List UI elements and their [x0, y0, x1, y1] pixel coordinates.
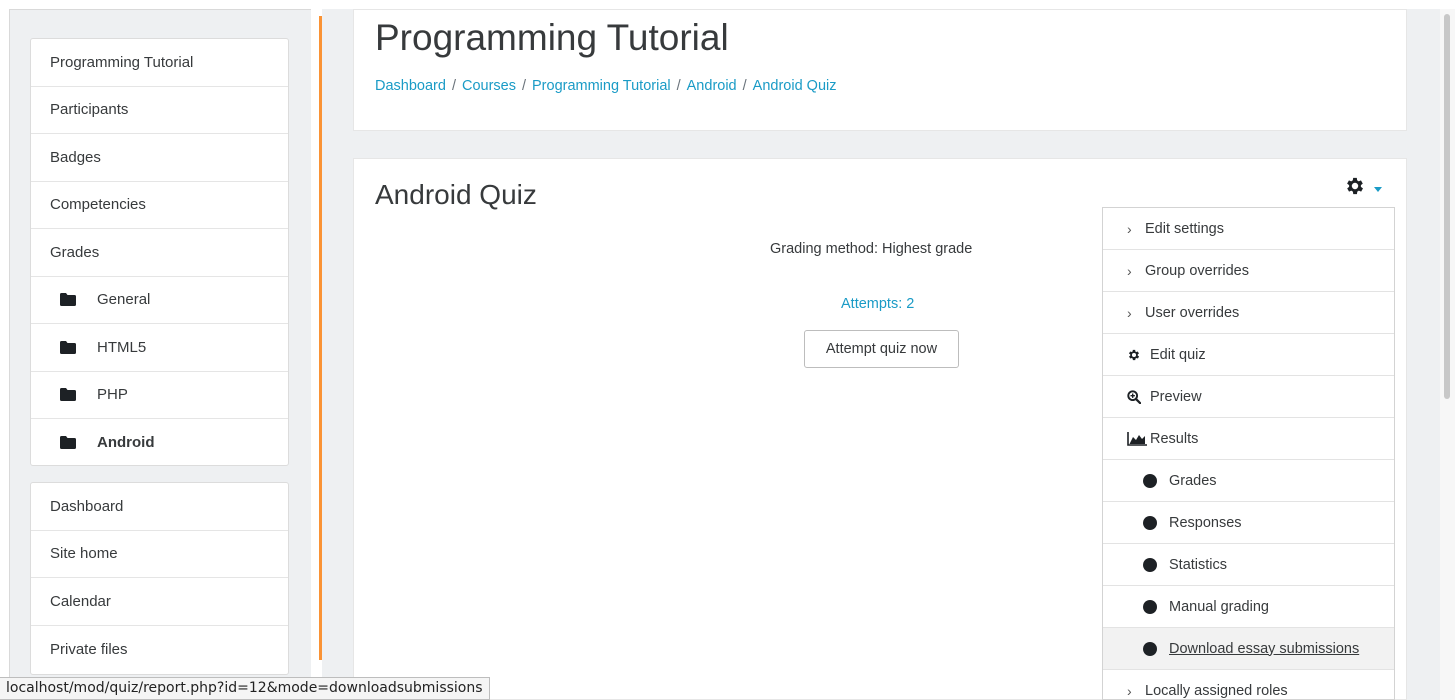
browser-viewport: Programming Tutorial Participants Badges…	[0, 0, 1455, 700]
breadcrumb: Dashboard / Courses / Programming Tutorial / A…	[375, 78, 836, 94]
breadcrumb-quiz[interactable]: Android Quiz	[753, 78, 837, 94]
zoom-in-icon	[1127, 389, 1150, 404]
nav-item-competencies[interactable]: Competencies	[31, 182, 288, 229]
nav-item-label: Site home	[50, 545, 118, 563]
folder-icon	[60, 293, 76, 307]
gear-icon	[1344, 175, 1366, 202]
nav-item-label: Programming Tutorial	[50, 53, 194, 71]
breadcrumb-separator: /	[676, 78, 681, 94]
nav-item-label: Calendar	[50, 592, 111, 610]
menu-item-grades[interactable]: Grades	[1103, 460, 1394, 502]
chevron-down-icon	[1374, 186, 1382, 192]
page-scrollbar-thumb[interactable]	[1444, 14, 1450, 399]
nav-item-label: Competencies	[50, 196, 146, 214]
nav-item-badges[interactable]: Badges	[31, 134, 288, 182]
chevron-right-icon: ›	[1127, 220, 1132, 237]
menu-item-preview[interactable]: Preview	[1103, 376, 1394, 418]
nav-item-label: HTML5	[97, 338, 147, 356]
menu-item-label: Manual grading	[1169, 598, 1269, 615]
nav-item-label: PHP	[97, 386, 128, 404]
menu-item-responses[interactable]: Responses	[1103, 502, 1394, 544]
nav-item-private-files[interactable]: Private files	[31, 626, 288, 674]
breadcrumb-section[interactable]: Android	[687, 78, 737, 94]
menu-item-label: Responses	[1169, 514, 1242, 531]
menu-item-results[interactable]: Results	[1103, 418, 1394, 460]
menu-item-label: Download essay submissions	[1169, 640, 1360, 657]
nav-item-participants[interactable]: Participants	[31, 87, 288, 134]
page-title: Programming Tutorial	[375, 17, 729, 58]
folder-icon	[60, 340, 76, 354]
folder-icon	[60, 436, 76, 450]
nav-item-label: Android	[97, 434, 155, 452]
nav-item-label: Participants	[50, 101, 129, 119]
chevron-right-icon: ›	[1127, 304, 1132, 321]
breadcrumb-separator: /	[742, 78, 747, 94]
nav-item-section-html5[interactable]: HTML5	[31, 324, 288, 372]
menu-item-user-overrides[interactable]: › User overrides	[1103, 292, 1394, 334]
menu-item-label: Locally assigned roles	[1145, 682, 1288, 699]
action-menu-toggle[interactable]	[1344, 173, 1394, 203]
nav-item-section-php[interactable]: PHP	[31, 372, 288, 419]
breadcrumb-course[interactable]: Programming Tutorial	[532, 78, 671, 94]
nav-item-grades[interactable]: Grades	[31, 229, 288, 277]
menu-item-label: Results	[1150, 430, 1199, 447]
nav-item-label: Dashboard	[50, 497, 124, 515]
site-nav-block: Dashboard Site home Calendar Private fil…	[30, 482, 289, 675]
nav-item-label: General	[97, 291, 151, 309]
menu-item-group-overrides[interactable]: › Group overrides	[1103, 250, 1394, 292]
breadcrumb-courses[interactable]: Courses	[462, 78, 516, 94]
nav-item-label: Grades	[50, 243, 100, 261]
top-edge	[0, 0, 1455, 8]
attempt-quiz-button[interactable]: Attempt quiz now	[804, 330, 959, 368]
quiz-title: Android Quiz	[375, 179, 537, 210]
menu-item-label: Preview	[1150, 388, 1202, 405]
breadcrumb-separator: /	[451, 78, 456, 94]
link-status-bar: localhost/mod/quiz/report.php?id=12&mode…	[0, 677, 490, 700]
attempts-link[interactable]: Attempts: 2	[841, 296, 914, 312]
page-header: Programming Tutorial Dashboard / Courses / P…	[353, 9, 1407, 131]
gear-icon	[1127, 348, 1150, 362]
quiz-action-menu: › Edit settings › Group overrides › User ov…	[1102, 207, 1395, 700]
menu-item-edit-quiz[interactable]: Edit quiz	[1103, 334, 1394, 376]
menu-item-download-essay-submissions[interactable]: Download essay submissions	[1103, 628, 1394, 670]
menu-item-label: Statistics	[1169, 556, 1228, 573]
dot-icon	[1143, 515, 1157, 530]
nav-item-label: Private files	[50, 640, 128, 658]
dot-icon	[1143, 599, 1157, 614]
dot-icon	[1143, 473, 1157, 488]
dot-icon	[1143, 557, 1157, 572]
chevron-right-icon: ›	[1127, 682, 1132, 699]
breadcrumb-separator: /	[521, 78, 526, 94]
area-chart-icon	[1127, 431, 1150, 446]
dot-icon	[1143, 641, 1157, 656]
nav-item-site-home[interactable]: Site home	[31, 531, 288, 578]
menu-item-label: User overrides	[1145, 304, 1240, 321]
menu-item-edit-settings[interactable]: › Edit settings	[1103, 208, 1394, 250]
menu-item-label: Edit settings	[1145, 220, 1224, 237]
menu-item-label: Edit quiz	[1150, 346, 1206, 363]
course-nav-block: Programming Tutorial Participants Badges…	[30, 38, 289, 466]
nav-item-calendar[interactable]: Calendar	[31, 578, 288, 626]
nav-item-label: Badges	[50, 148, 101, 166]
grading-method: Grading method: Highest grade	[770, 241, 973, 257]
nav-item-section-general[interactable]: General	[31, 277, 288, 324]
nav-item-dashboard[interactable]: Dashboard	[31, 483, 288, 531]
nav-item-course[interactable]: Programming Tutorial	[31, 39, 288, 87]
folder-icon	[60, 388, 76, 402]
chevron-right-icon: ›	[1127, 262, 1132, 279]
menu-item-label: Grades	[1169, 472, 1217, 489]
breadcrumb-dashboard[interactable]: Dashboard	[375, 78, 446, 94]
menu-item-manual-grading[interactable]: Manual grading	[1103, 586, 1394, 628]
menu-item-statistics[interactable]: Statistics	[1103, 544, 1394, 586]
nav-item-section-android[interactable]: Android	[31, 419, 288, 467]
menu-item-locally-assigned-roles[interactable]: › Locally assigned roles	[1103, 670, 1394, 699]
menu-item-label: Group overrides	[1145, 262, 1249, 279]
